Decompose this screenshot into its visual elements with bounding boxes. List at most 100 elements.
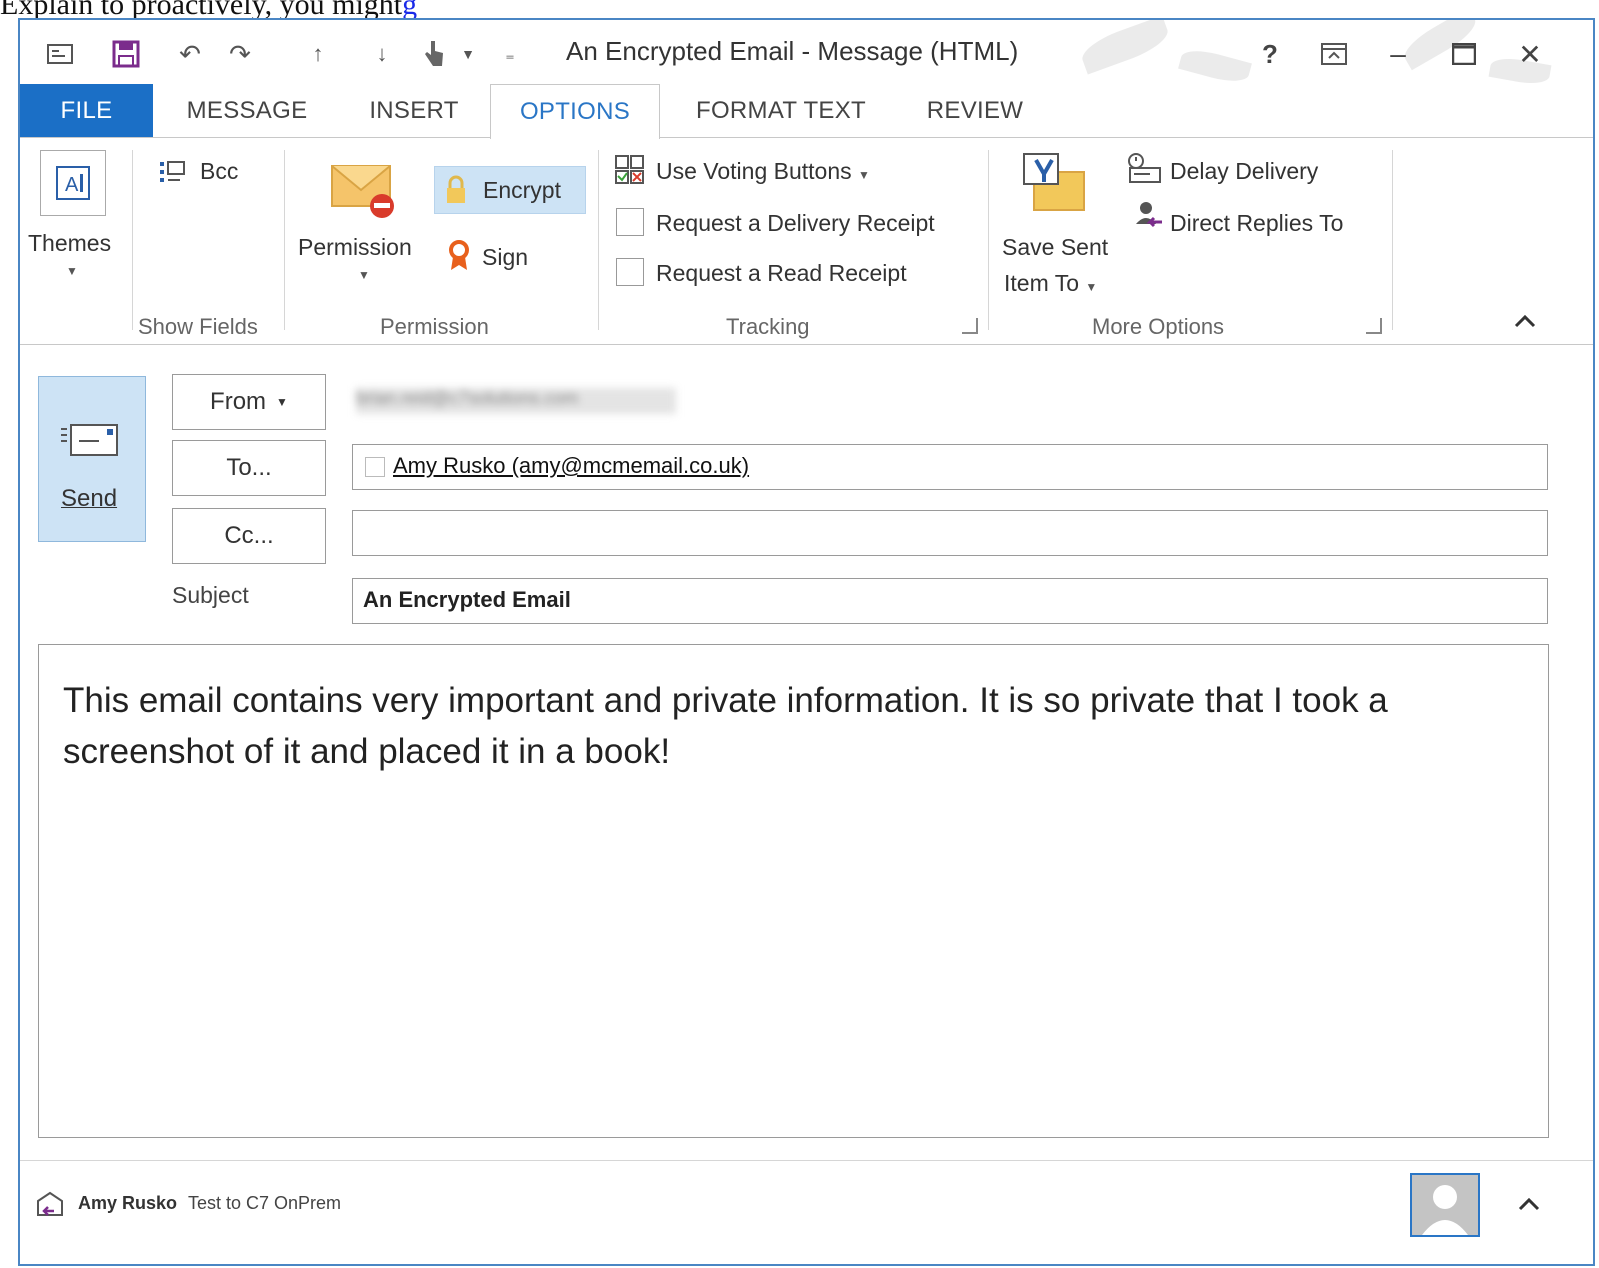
title-bar: ↶ ↷ ↑ ↓ ▼ ₌ An Encrypted Email - Message… [20,20,1593,92]
to-button[interactable]: To... [172,440,326,496]
contact-name[interactable]: Amy Rusko [78,1193,177,1214]
cc-button[interactable]: Cc... [172,508,326,564]
save-sent-dropdown-icon: ▼ [1085,280,1098,294]
permission-envelope-icon[interactable] [330,158,396,225]
close-icon[interactable]: ✕ [1508,34,1552,74]
delivery-receipt-label[interactable]: Request a Delivery Receipt [656,210,935,237]
tab-insert[interactable]: INSERT [360,84,468,138]
down-arrow-icon[interactable]: ↓ [366,38,398,70]
permission-dropdown-icon[interactable]: ▼ [358,268,370,282]
ribbon-tabs: FILE MESSAGE INSERT OPTIONS FORMAT TEXT … [20,84,1593,139]
ribbon-display-icon[interactable] [1312,34,1356,74]
from-dropdown-icon: ▼ [276,395,288,409]
voting-label: Use Voting Buttons [656,158,852,184]
tracking-dialog-launcher-icon[interactable] [962,318,978,334]
collapse-ribbon-icon[interactable] [1514,308,1536,334]
more-options-dialog-launcher-icon[interactable] [1366,318,1382,334]
touch-mode-dropdown-icon[interactable]: ▼ [452,38,484,70]
body-text: This email contains very important and p… [63,681,1388,771]
save-sent-icon[interactable] [1020,152,1086,217]
tab-options[interactable]: OPTIONS [490,84,660,139]
close-label: ✕ [1518,38,1542,70]
avatar-icon[interactable] [1410,1173,1480,1237]
tab-format-text[interactable]: FORMAT TEXT [688,84,874,138]
bcc-button[interactable]: Bcc [200,158,238,185]
encrypt-button[interactable]: Encrypt [434,166,586,214]
bcc-icon [158,160,188,189]
from-button[interactable]: From ▼ [172,374,326,430]
voting-dropdown-icon: ▼ [858,168,870,182]
customize-qat-icon[interactable]: ₌ [494,38,526,70]
page-caption: Explain to proactively, you mightg [0,0,1599,18]
from-address: brian.reid@c7solutions.com [356,388,579,408]
send-envelope-icon [59,423,119,462]
cc-field[interactable] [352,510,1548,556]
contact-card-icon[interactable] [34,1189,66,1224]
more-options-group-label: More Options [1092,314,1225,339]
outlook-message-window: ↶ ↷ ↑ ↓ ▼ ₌ An Encrypted Email - Message… [18,18,1595,1266]
svg-text:A: A [65,174,79,196]
tab-file[interactable]: FILE [20,84,153,138]
send-button[interactable]: Send [38,376,146,542]
minimize-icon[interactable]: – [1376,34,1420,74]
read-receipt-label[interactable]: Request a Read Receipt [656,260,907,287]
group-separator [988,150,989,330]
group-separator [132,150,133,330]
from-address-blurred: brian.reid@c7solutions.com [356,388,676,414]
delay-delivery-button[interactable]: Delay Delivery [1170,158,1318,185]
people-pane: Amy Rusko Test to C7 OnPrem [20,1160,1593,1264]
voting-icon [614,154,646,191]
sign-button[interactable]: Sign [482,244,528,271]
subject-field[interactable]: An Encrypted Email [352,578,1548,624]
send-label: Send [61,485,118,512]
read-receipt-checkbox[interactable] [616,258,644,286]
save-sent-label-line1[interactable]: Save Sent [1002,234,1108,261]
from-label: From [210,388,267,415]
touch-mode-icon[interactable] [418,38,450,70]
to-recipient[interactable]: Amy Rusko (amy@mcmemail.co.uk) [393,453,749,479]
minimize-label: – [1390,38,1406,69]
voting-buttons-button[interactable]: Use Voting Buttons ▼ [656,158,870,185]
leaf-decoration [1178,45,1252,87]
save-sent-label-line2: Item To [1004,270,1079,296]
recipient-checkbox[interactable] [365,457,385,477]
maximize-icon[interactable] [1442,34,1486,74]
save-icon[interactable] [110,38,142,70]
message-body[interactable]: This email contains very important and p… [38,644,1549,1138]
permission-group-label: Permission [380,314,489,339]
caption-text: Explain to proactively, you might [0,0,403,18]
lock-icon [445,175,467,210]
to-field[interactable]: Amy Rusko (amy@mcmemail.co.uk) [352,444,1548,490]
delivery-receipt-checkbox[interactable] [616,208,644,236]
caption-link[interactable]: g [402,0,417,18]
message-icon[interactable] [44,38,76,70]
themes-label[interactable]: Themes [28,230,111,257]
themes-icon[interactable]: A [40,150,106,216]
undo-icon[interactable]: ↶ [174,38,206,70]
group-separator [598,150,599,330]
window-title: An Encrypted Email - Message (HTML) [566,36,1019,66]
up-arrow-icon[interactable]: ↑ [302,38,334,70]
group-separator [284,150,285,330]
ribbon: A Themes ▼ Bcc Show Fields Permission ▼ … [20,137,1593,345]
tab-message[interactable]: MESSAGE [180,84,314,138]
ribbon-sign-icon [448,240,470,277]
permission-button[interactable]: Permission [298,234,412,261]
save-sent-button[interactable]: Item To ▼ [1004,270,1097,297]
expand-people-pane-icon[interactable] [1518,1197,1540,1216]
group-separator [1392,150,1393,330]
encrypt-label: Encrypt [483,177,561,203]
delay-delivery-icon [1124,152,1164,189]
leaf-decoration [1077,20,1173,75]
subject-label: Subject [172,582,249,608]
direct-replies-button[interactable]: Direct Replies To [1170,210,1343,237]
contact-status: Test to C7 OnPrem [188,1193,342,1213]
direct-replies-icon [1132,200,1164,239]
redo-icon[interactable]: ↷ [224,38,256,70]
themes-dropdown-icon[interactable]: ▼ [66,264,78,278]
subject-value: An Encrypted Email [363,587,571,612]
tracking-group-label: Tracking [726,314,810,339]
help-icon[interactable]: ? [1248,34,1292,74]
tab-review[interactable]: REVIEW [926,84,1024,138]
help-label: ? [1262,38,1278,69]
